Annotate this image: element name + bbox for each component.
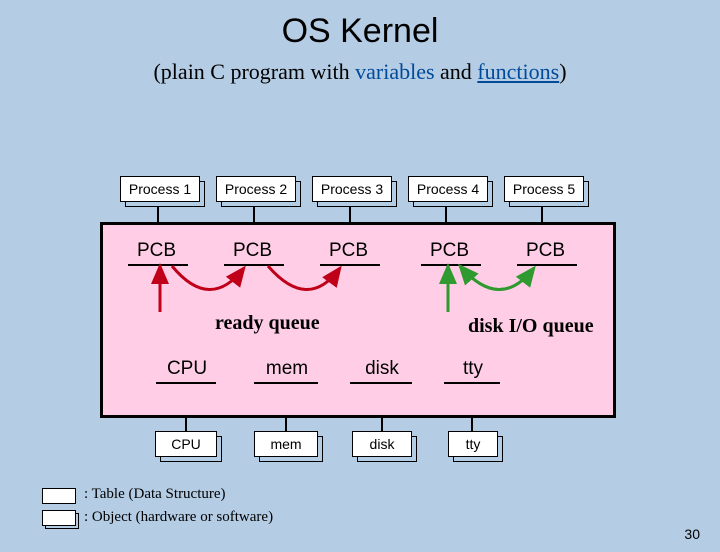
process-2-box: Process 2 bbox=[216, 176, 296, 202]
disk-io-queue-label: disk I/O queue bbox=[468, 315, 594, 338]
process-3-box: Process 3 bbox=[312, 176, 392, 202]
pcb-5-underline bbox=[517, 264, 577, 266]
dev-cpu: CPU bbox=[162, 358, 212, 380]
pcb-4-underline bbox=[421, 264, 481, 266]
mem-stem bbox=[285, 415, 287, 431]
dev-disk-underline bbox=[350, 382, 412, 384]
subtitle-functions: functions bbox=[477, 59, 559, 84]
hw-cpu-label: CPU bbox=[171, 436, 201, 452]
hw-disk-box: disk bbox=[352, 431, 412, 457]
subtitle-variables: variables bbox=[355, 59, 434, 84]
pcb-3-underline bbox=[320, 264, 380, 266]
slide-title: OS Kernel bbox=[0, 12, 720, 51]
process-1-box: Process 1 bbox=[120, 176, 200, 202]
pcb-4: PCB bbox=[430, 240, 469, 262]
tty-stem bbox=[471, 415, 473, 431]
disk-stem bbox=[381, 415, 383, 431]
pcb-3: PCB bbox=[329, 240, 368, 262]
process-5-box: Process 5 bbox=[504, 176, 584, 202]
hw-tty-label: tty bbox=[466, 436, 481, 452]
legend-obj-swatch bbox=[42, 510, 76, 526]
pcb-5: PCB bbox=[526, 240, 565, 262]
hw-cpu-box: CPU bbox=[155, 431, 217, 457]
dev-cpu-underline bbox=[156, 382, 216, 384]
process-5-label: Process 5 bbox=[513, 181, 575, 197]
cpu-stem bbox=[185, 415, 187, 431]
process-2-label: Process 2 bbox=[225, 181, 287, 197]
slide-subtitle: (plain C program with variables and func… bbox=[0, 59, 720, 85]
hw-mem-box: mem bbox=[254, 431, 318, 457]
hw-disk-label: disk bbox=[370, 436, 395, 452]
legend-obj-text: : Object (hardware or software) bbox=[84, 509, 273, 526]
pcb-1-underline bbox=[128, 264, 188, 266]
dev-tty-underline bbox=[444, 382, 500, 384]
subtitle-pre: (plain C program with bbox=[153, 59, 355, 84]
hw-mem-label: mem bbox=[270, 436, 301, 452]
process-3-label: Process 3 bbox=[321, 181, 383, 197]
hw-tty-box: tty bbox=[448, 431, 498, 457]
process-4-label: Process 4 bbox=[417, 181, 479, 197]
ready-queue-label: ready queue bbox=[215, 312, 320, 335]
pcb-2: PCB bbox=[233, 240, 272, 262]
dev-mem: mem bbox=[260, 358, 314, 380]
legend-ds-text: : Table (Data Structure) bbox=[84, 486, 226, 503]
pcb-1: PCB bbox=[137, 240, 176, 262]
dev-tty: tty bbox=[456, 358, 490, 380]
legend-ds-swatch bbox=[42, 488, 76, 504]
pcb-2-underline bbox=[224, 264, 284, 266]
subtitle-post: ) bbox=[559, 59, 566, 84]
dev-disk: disk bbox=[358, 358, 406, 380]
dev-mem-underline bbox=[254, 382, 318, 384]
subtitle-mid: and bbox=[435, 59, 478, 84]
process-1-label: Process 1 bbox=[129, 181, 191, 197]
process-4-box: Process 4 bbox=[408, 176, 488, 202]
